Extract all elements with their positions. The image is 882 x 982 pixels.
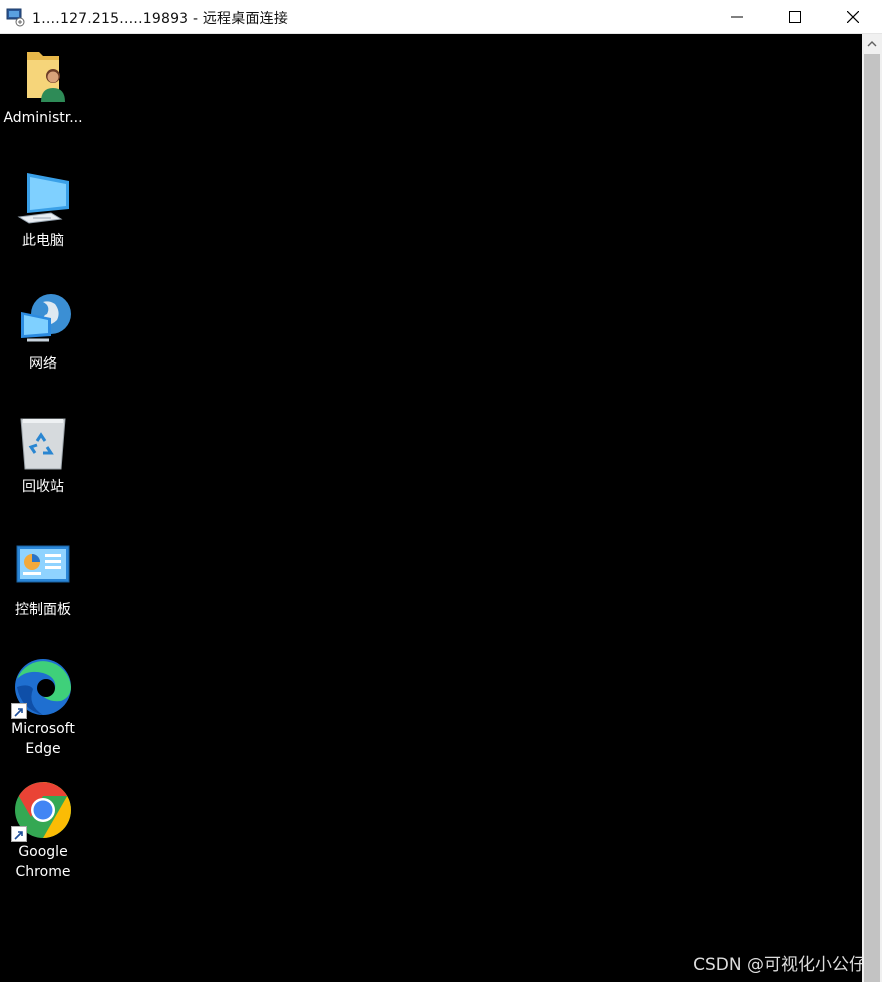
close-icon — [847, 10, 859, 23]
control-panel-icon — [16, 545, 70, 583]
desktop-icon-label: Administr... — [3, 110, 83, 126]
desktop-icon-label: 此电脑 — [22, 233, 64, 249]
title-bar[interactable]: 1….127.215.….19893 - 远程桌面连接 — [0, 0, 882, 34]
recycle-bin-icon — [20, 418, 66, 470]
window-title-app: - 远程桌面连接 — [192, 11, 289, 27]
desktop-icon-label: 网络 — [29, 356, 57, 372]
user-folder-icon — [27, 52, 65, 102]
desktop-icon-control-panel[interactable]: 控制面板 — [0, 538, 86, 620]
desktop-icon-google-chrome[interactable]: Google Chrome — [0, 780, 86, 882]
chevron-up-icon — [867, 41, 877, 47]
maximize-button[interactable] — [766, 0, 824, 33]
desktop-icon-microsoft-edge[interactable]: Microsoft Edge — [0, 657, 86, 759]
scroll-up-button[interactable] — [862, 34, 882, 54]
shortcut-arrow-icon — [11, 703, 27, 719]
desktop-icon-label: 控制面板 — [15, 602, 71, 618]
desktop-icon-label: 回收站 — [22, 479, 64, 495]
window-title-host: 1….127.215.….19893 — [32, 11, 189, 27]
vertical-scrollbar[interactable] — [862, 34, 882, 982]
close-button[interactable] — [824, 0, 882, 33]
network-icon — [21, 294, 71, 342]
remote-desktop-area[interactable]: Administr... 此电脑 网络 回收站 控制面板 Microsoft E… — [0, 34, 866, 982]
desktop-icon-label: Google Chrome — [15, 844, 71, 880]
desktop-icon-label: Microsoft Edge — [11, 721, 75, 757]
shortcut-arrow-icon — [11, 826, 27, 842]
desktop-icon-network[interactable]: 网络 — [0, 292, 86, 374]
computer-icon — [17, 173, 69, 224]
desktop-icon-recycle-bin[interactable]: 回收站 — [0, 415, 86, 497]
minimize-button[interactable] — [708, 0, 766, 33]
remote-desktop-app-icon — [6, 8, 25, 27]
scrollbar-thumb[interactable] — [864, 54, 880, 982]
minimize-icon — [731, 16, 743, 17]
maximize-icon — [789, 10, 801, 23]
window-title: 1….127.215.….19893 - 远程桌面连接 — [32, 8, 288, 28]
watermark-text: CSDN @可视化小公仔 — [693, 955, 866, 975]
desktop-icon-this-pc[interactable]: 此电脑 — [0, 169, 86, 251]
desktop-icon-administrator[interactable]: Administr... — [0, 46, 86, 128]
